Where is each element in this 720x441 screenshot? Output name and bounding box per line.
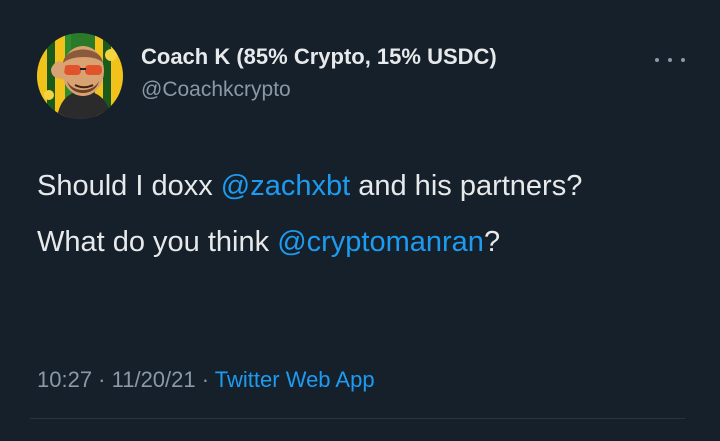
more-options-icon[interactable] [655, 52, 685, 68]
mention-link-zachxbt[interactable]: @zachxbt [221, 170, 350, 202]
avatar-image [37, 33, 123, 119]
tweet-source-link[interactable]: Twitter Web App [215, 367, 375, 392]
tweet-card: Coach K (85% Crypto, 15% USDC) @Coachkcr… [0, 0, 720, 441]
tweet-text-segment: and his partners? [350, 170, 583, 202]
avatar[interactable] [37, 33, 123, 119]
author-display-name[interactable]: Coach K (85% Crypto, 15% USDC) [141, 44, 497, 70]
author-block: Coach K (85% Crypto, 15% USDC) @Coachkcr… [141, 44, 497, 103]
tweet-line-2: What do you think @cryptomanran? [37, 221, 657, 263]
meta-separator: · [195, 367, 215, 392]
mention-link-cryptomanran[interactable]: @cryptomanran [277, 226, 484, 258]
more-dot [681, 58, 685, 62]
tweet-text-segment: What do you think [37, 226, 278, 258]
tweet-time[interactable]: 10:27 [37, 367, 92, 392]
more-dot [655, 58, 659, 62]
meta-separator: · [92, 367, 112, 392]
tweet-text-segment: ? [483, 226, 501, 258]
tweet-meta: 10:27 · 11/20/21 · Twitter Web App [37, 366, 375, 394]
more-dot [668, 58, 672, 62]
tweet-text-segment: Should I doxx [37, 170, 221, 202]
divider [30, 418, 685, 419]
tweet-date[interactable]: 11/20/21 [112, 367, 196, 392]
tweet-line-1: Should I doxx @zachxbt and his partners? [37, 165, 657, 207]
tweet-text: Should I doxx @zachxbt and his partners?… [37, 165, 657, 263]
author-handle[interactable]: @Coachkcrypto [141, 77, 497, 103]
